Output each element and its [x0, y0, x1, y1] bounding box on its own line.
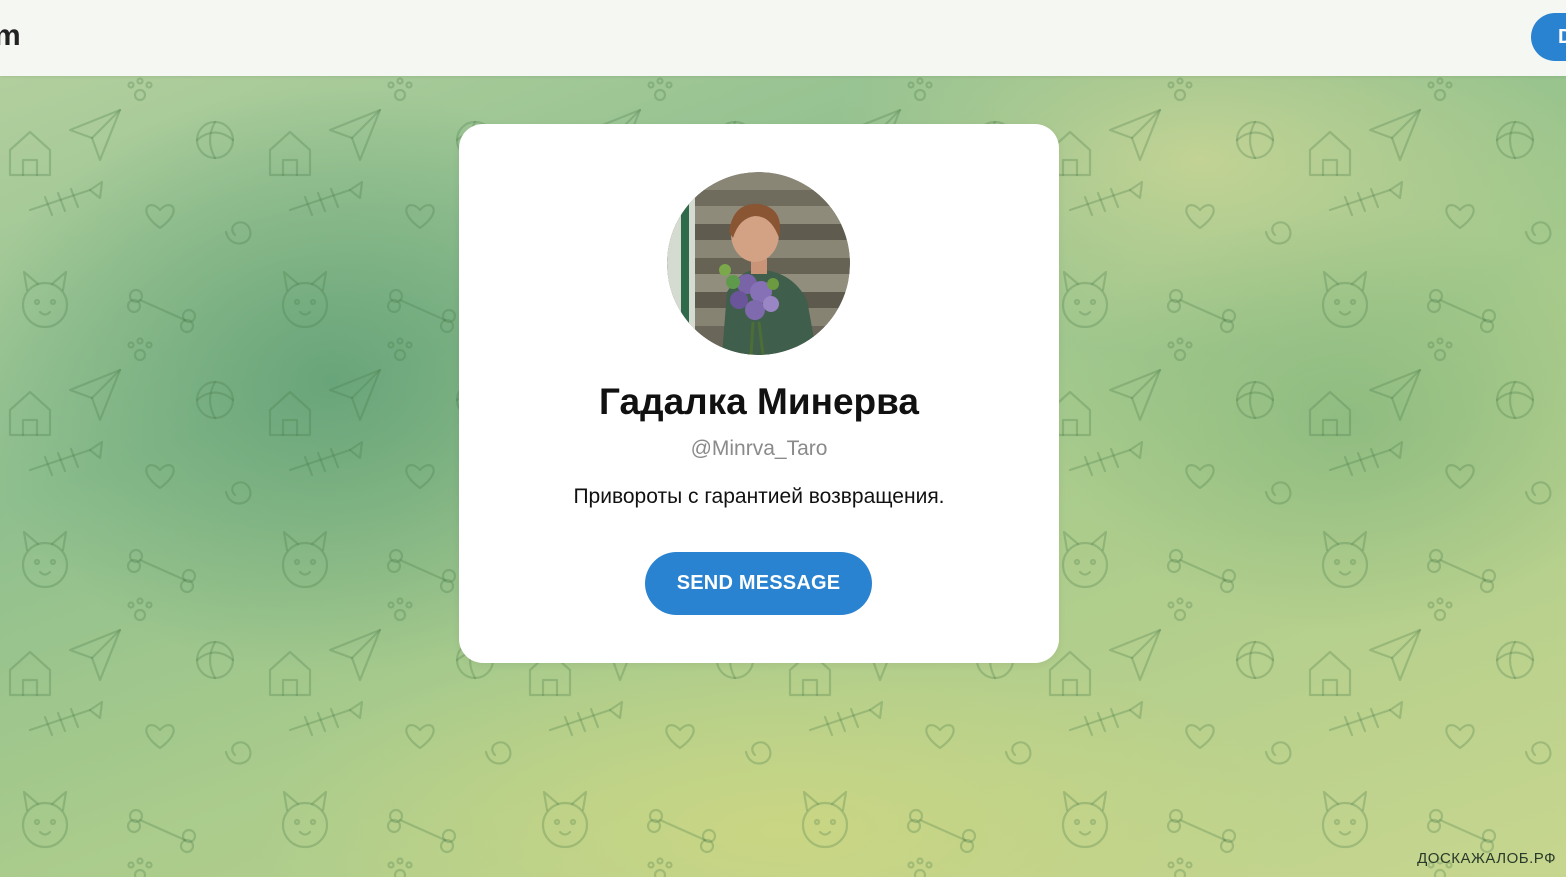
send-message-button[interactable]: SEND MESSAGE: [645, 552, 872, 615]
profile-description: Привороты с гарантией возвращения.: [573, 485, 945, 508]
profile-username: @Minrva_Taro: [690, 437, 828, 460]
site-logo[interactable]: m: [0, 14, 21, 58]
watermark-text: ДОСКАЖАЛОБ.РФ: [1417, 850, 1556, 867]
profile-name: Гадалка Минерва: [599, 381, 919, 422]
avatar: [667, 172, 850, 355]
profile-card: Гадалка Минерва @Minrva_Taro Привороты с…: [459, 124, 1059, 663]
profile-photo: [667, 172, 850, 355]
download-button[interactable]: D: [1531, 13, 1566, 61]
top-bar: m D: [0, 0, 1566, 76]
